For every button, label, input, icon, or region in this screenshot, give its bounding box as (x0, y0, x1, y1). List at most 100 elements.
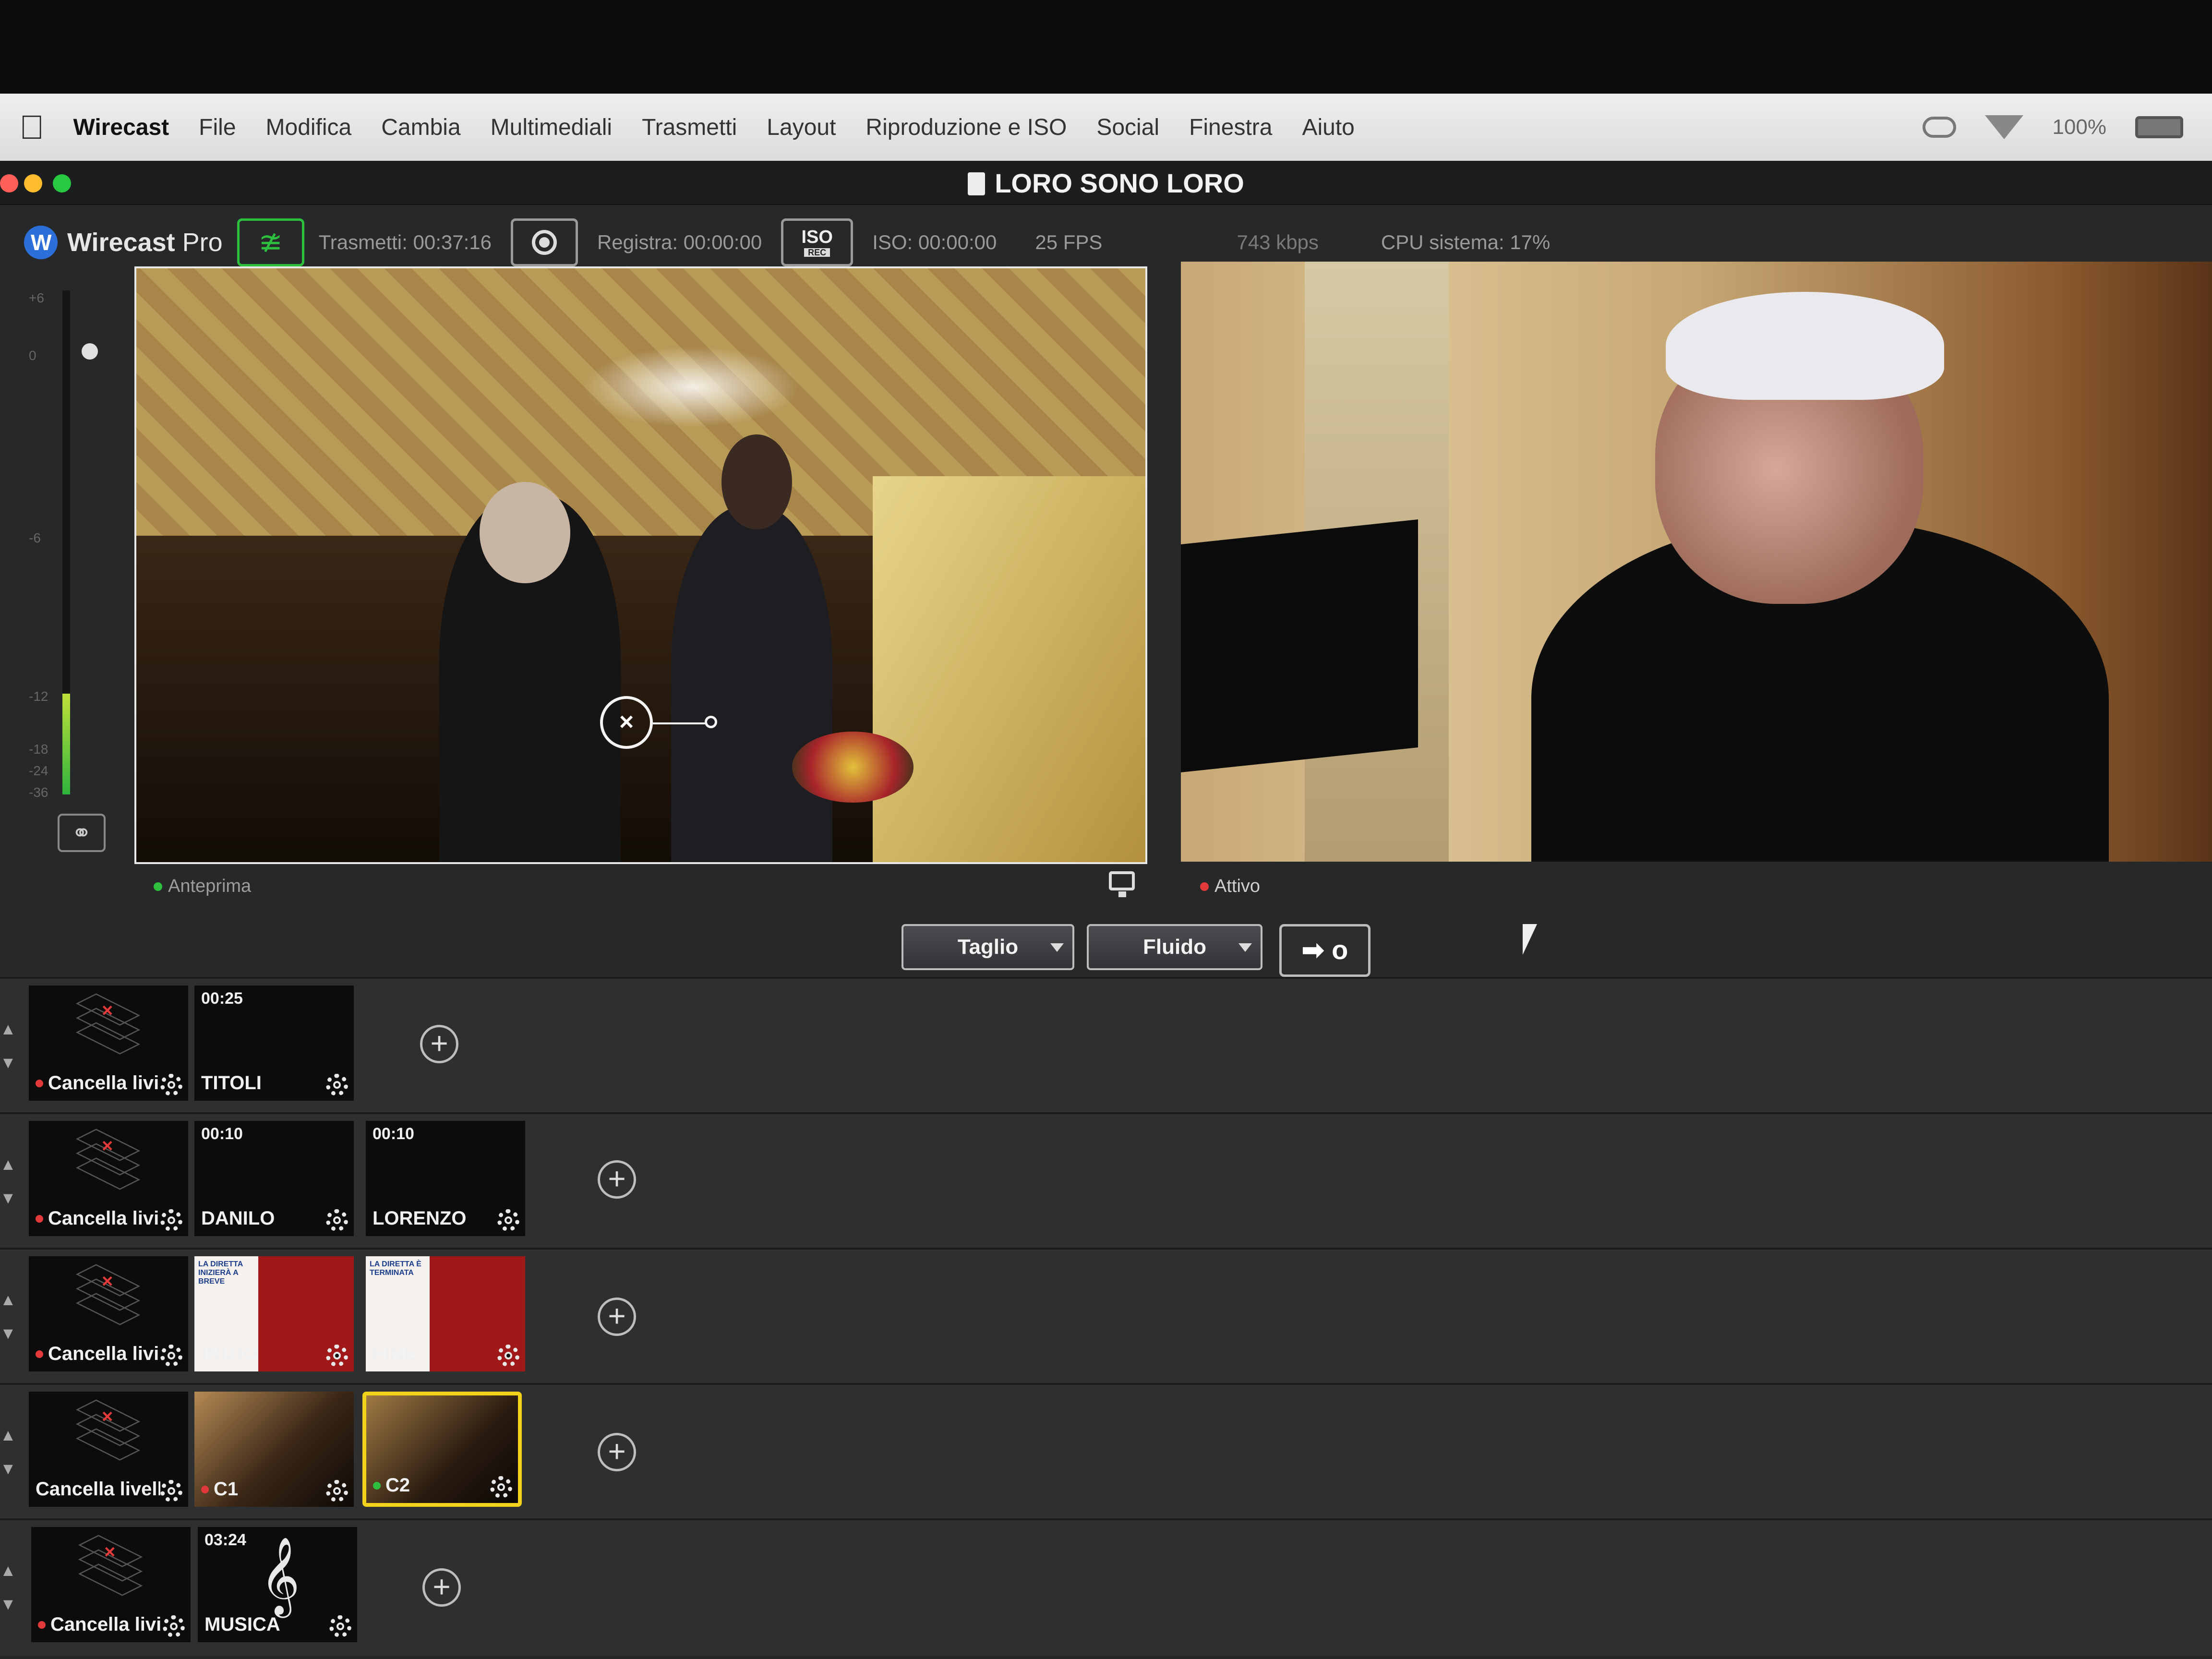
creative-cloud-icon[interactable] (1923, 117, 1957, 138)
app-name-text: Wirecast (67, 228, 175, 257)
shot-status-dot (36, 1080, 43, 1087)
menu-modifica[interactable]: Modifica (266, 114, 352, 141)
meter-scale-label: -24 (29, 763, 48, 778)
shot-name: C1 (201, 1479, 238, 1500)
iso-rec-label: REC (804, 248, 830, 257)
iso-time: ISO: 00:00:00 (872, 231, 997, 253)
live-pane[interactable] (1181, 262, 2212, 862)
layer-reorder-arrows[interactable]: ▲ ▼ (0, 1419, 19, 1486)
shot-status-dot (38, 1621, 46, 1629)
menu-app-wirecast[interactable]: Wirecast (73, 114, 169, 141)
stream-button[interactable]: ≇ (237, 218, 304, 266)
meter-scale-label: -36 (29, 785, 48, 800)
shot-name: Cancella livi (36, 1208, 159, 1229)
gear-icon[interactable] (326, 1345, 348, 1367)
layer-reorder-arrows[interactable]: ▲ ▼ (0, 1283, 19, 1350)
chevron-down-icon (1050, 943, 1064, 952)
fps-readout: 25 FPS (1035, 231, 1103, 253)
broadcast-icon: ≇ (258, 226, 283, 258)
monitor-icon[interactable] (1109, 871, 1135, 897)
layer-reorder-arrows[interactable]: ▲ ▼ (0, 1554, 19, 1621)
shot-titoli[interactable]: 00:25 TITOLI (194, 986, 354, 1101)
add-shot-button[interactable]: + (598, 1160, 636, 1199)
live-status-dot (1200, 882, 1209, 891)
scene-head-right (721, 434, 793, 530)
menu-riproduzione-iso[interactable]: Riproduzione e ISO (866, 114, 1067, 141)
gear-icon[interactable] (326, 1480, 348, 1502)
shot-clear-layer[interactable]: × Cancella livi (29, 986, 188, 1101)
gear-icon[interactable] (160, 1345, 182, 1367)
menu-cambia[interactable]: Cambia (381, 114, 460, 141)
shot-name: Cancella livi (36, 1072, 159, 1094)
shot-musica[interactable]: 03:24 𝄞 MUSICA (198, 1527, 357, 1642)
shot-clear-layer[interactable]: × Cancella livi (29, 1256, 188, 1371)
meter-level (62, 694, 70, 794)
shot-inizio[interactable]: LA DIRETTA INIZIERÀ A BREVE INIZIO (194, 1256, 354, 1371)
record-button[interactable] (510, 218, 578, 266)
shot-clear-layer[interactable]: × Cancella livell (29, 1392, 188, 1507)
smooth-transition-select[interactable]: Fluido (1087, 924, 1262, 970)
gear-icon[interactable] (160, 1480, 182, 1502)
scene-music-stand (1181, 519, 1419, 772)
apple-icon[interactable]:  (19, 108, 45, 146)
shot-name-text: FINE (373, 1343, 417, 1364)
meter-scale-label: 0 (29, 348, 36, 363)
shot-clear-layer[interactable]: × Cancella livi (29, 1121, 188, 1236)
cut-transition-select[interactable]: Taglio (902, 924, 1074, 970)
shot-name-text: LORENZO (373, 1208, 467, 1229)
scene-table-cloth (873, 476, 1145, 862)
menu-trasmetti[interactable]: Trasmetti (642, 114, 737, 141)
add-shot-button[interactable]: + (422, 1568, 461, 1607)
clear-x-icon: × (104, 1541, 116, 1563)
gear-icon[interactable] (329, 1615, 351, 1637)
wirecast-window: LORO SONO LORO Wirecast Pro ≇ Trasmetti:… (0, 161, 2212, 1659)
record-icon (531, 230, 557, 255)
iso-record-button[interactable]: ISO REC (781, 218, 854, 266)
live-video (1181, 262, 2212, 862)
menu-file[interactable]: File (199, 114, 236, 141)
menu-finestra[interactable]: Finestra (1189, 114, 1272, 141)
menu-layout[interactable]: Layout (767, 114, 836, 141)
shot-name: C2 (373, 1475, 410, 1496)
gear-icon[interactable] (160, 1209, 182, 1231)
gear-icon[interactable] (490, 1476, 512, 1498)
add-shot-button[interactable]: + (420, 1025, 458, 1063)
shot-status-dot (36, 1215, 43, 1223)
shot-fine[interactable]: LA DIRETTA È TERMINATA FINE (366, 1256, 525, 1371)
shot-caption: LA DIRETTA INIZIERÀ A BREVE (198, 1260, 243, 1286)
gear-icon[interactable] (326, 1209, 348, 1231)
battery-icon[interactable] (2135, 116, 2183, 138)
menu-social[interactable]: Social (1096, 114, 1159, 141)
preview-label-text: Anteprima (168, 876, 252, 896)
transform-close-icon[interactable]: × (600, 696, 653, 749)
layer-reorder-arrows[interactable]: ▲ ▼ (0, 1012, 19, 1080)
record-time: Registra: 00:00:00 (597, 231, 762, 253)
transform-rotation-line (653, 722, 706, 724)
layers-panel: ▲ ▼ × Cancella livi 00:25 TITOLI + ▲ ▼ × C… (0, 977, 2212, 1659)
gear-icon[interactable] (497, 1345, 519, 1367)
add-shot-button[interactable]: + (598, 1433, 636, 1471)
transform-rotation-handle[interactable] (705, 716, 717, 728)
app-edition: Pro (182, 228, 223, 257)
go-transition-button[interactable]: ➡ o (1279, 924, 1370, 977)
menu-multimediali[interactable]: Multimediali (491, 114, 612, 141)
gear-icon[interactable] (160, 1074, 182, 1096)
gear-icon[interactable] (163, 1615, 185, 1637)
shot-duration: 03:24 (204, 1531, 246, 1549)
live-label-text: Attivo (1214, 876, 1261, 896)
gear-icon[interactable] (497, 1209, 519, 1231)
menu-aiuto[interactable]: Aiuto (1302, 114, 1354, 141)
shot-lorenzo[interactable]: 00:10 LORENZO (366, 1121, 525, 1236)
volume-slider-knob[interactable] (82, 343, 98, 360)
headphone-monitor-button[interactable]: ⚭ (58, 814, 106, 852)
shot-danilo[interactable]: 00:10 DANILO (194, 1121, 354, 1236)
add-shot-button[interactable]: + (598, 1298, 636, 1336)
gear-icon[interactable] (326, 1074, 348, 1096)
battery-percent: 100% (2052, 115, 2106, 139)
preview-pane[interactable] (134, 266, 1147, 864)
layer-reorder-arrows[interactable]: ▲ ▼ (0, 1148, 19, 1215)
shot-clear-layer[interactable]: × Cancella livi (31, 1527, 191, 1642)
shot-c2[interactable]: C2 (362, 1392, 522, 1507)
wifi-icon[interactable] (1985, 115, 2024, 139)
shot-c1[interactable]: C1 (194, 1392, 354, 1507)
